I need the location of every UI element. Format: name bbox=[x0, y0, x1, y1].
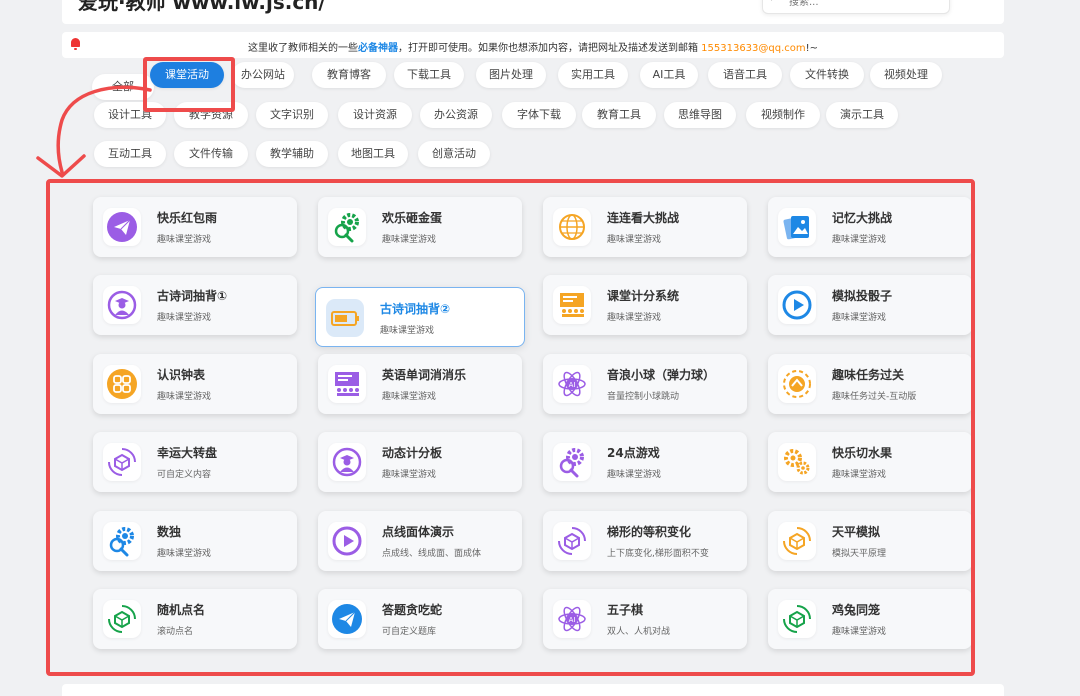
search-box[interactable]: ⌕ bbox=[762, 0, 950, 14]
tag-10[interactable]: 视频处理 bbox=[870, 62, 942, 88]
tag-14[interactable]: 设计资源 bbox=[338, 102, 412, 128]
highlight-box-cards bbox=[46, 179, 975, 676]
tag-7[interactable]: AI工具 bbox=[640, 62, 698, 88]
search-input[interactable] bbox=[787, 0, 941, 11]
tag-13[interactable]: 文字识别 bbox=[256, 102, 328, 128]
search-icon: ⌕ bbox=[771, 0, 777, 5]
notice-bar: 这里收了教师相关的一些必备神器，打开即可使用。如果你也想添加内容，请把网址及描述… bbox=[62, 32, 1004, 58]
tag-17[interactable]: 教育工具 bbox=[582, 102, 656, 128]
tag-18[interactable]: 思维导图 bbox=[664, 102, 736, 128]
highlight-box-tag bbox=[143, 57, 235, 112]
notice-text: 这里收了教师相关的一些必备神器，打开即可使用。如果你也想添加内容，请把网址及描述… bbox=[247, 43, 819, 54]
notice-highlight: 必备神器 bbox=[357, 43, 398, 54]
tag-24[interactable]: 地图工具 bbox=[338, 141, 408, 167]
tag-2[interactable]: 办公网站 bbox=[232, 62, 294, 88]
tag-15[interactable]: 办公资源 bbox=[420, 102, 492, 128]
tag-23[interactable]: 教学辅助 bbox=[256, 141, 328, 167]
site-header: 爱玩·教师 www.iw.js.cn/ ⌕ bbox=[62, 0, 1004, 24]
notice-email[interactable]: 155313633@qq.com bbox=[701, 43, 806, 54]
tag-21[interactable]: 互动工具 bbox=[94, 141, 166, 167]
tag-19[interactable]: 视频制作 bbox=[746, 102, 820, 128]
tag-16[interactable]: 字体下载 bbox=[502, 102, 576, 128]
tag-9[interactable]: 文件转换 bbox=[790, 62, 864, 88]
tag-3[interactable]: 教育博客 bbox=[312, 62, 386, 88]
next-section bbox=[62, 684, 1004, 696]
tag-4[interactable]: 下载工具 bbox=[394, 62, 464, 88]
tag-6[interactable]: 实用工具 bbox=[558, 62, 628, 88]
tag-22[interactable]: 文件传输 bbox=[174, 141, 248, 167]
tag-8[interactable]: 语音工具 bbox=[708, 62, 782, 88]
tag-5[interactable]: 图片处理 bbox=[476, 62, 546, 88]
site-title[interactable]: 爱玩·教师 www.iw.js.cn/ bbox=[78, 0, 326, 15]
tag-20[interactable]: 演示工具 bbox=[826, 102, 898, 128]
tag-25[interactable]: 创意活动 bbox=[418, 141, 490, 167]
